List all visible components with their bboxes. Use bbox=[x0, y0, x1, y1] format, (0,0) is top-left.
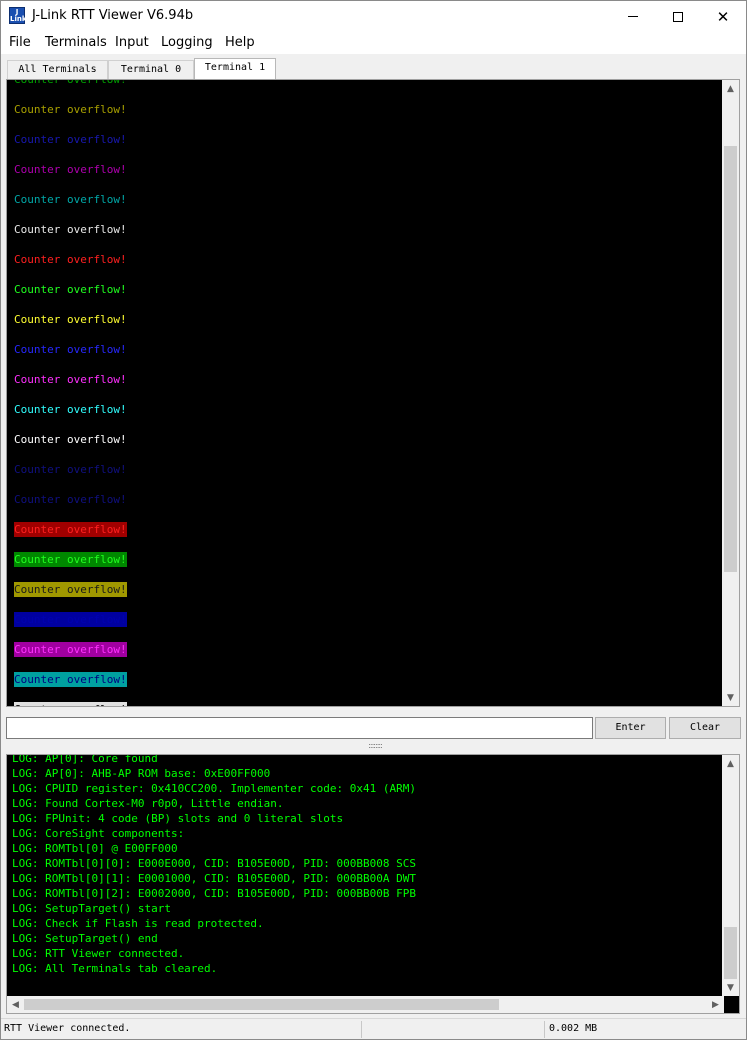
close-icon: ✕ bbox=[716, 7, 730, 26]
log-line: LOG: AP[0]: AHB-AP ROM base: 0xE00FF000 bbox=[12, 767, 271, 780]
terminal-line: Counter overflow! bbox=[14, 433, 127, 446]
terminal-line: Counter overflow! bbox=[14, 672, 127, 687]
log-line: LOG: CoreSight components: bbox=[12, 827, 185, 840]
terminal-input[interactable] bbox=[6, 717, 593, 739]
terminal-line: Counter overflow! bbox=[14, 253, 127, 266]
log-vertical-scrollbar[interactable]: ▲ ▼ bbox=[722, 755, 739, 996]
terminal-line: Counter overflow! bbox=[14, 522, 127, 537]
terminal-line: Counter overflow! bbox=[14, 612, 127, 627]
tab-terminal-0[interactable]: Terminal 0 bbox=[108, 60, 194, 79]
terminal-output[interactable]: Counter overflow! Counter overflow! Counte… bbox=[6, 79, 740, 707]
log-line: LOG: FPUnit: 4 code (BP) slots and 0 lit… bbox=[12, 812, 344, 825]
menu-bar: File Terminals Input Logging Help bbox=[1, 32, 746, 54]
log-output[interactable]: LOG: AP[0]: Core found LOG: AP[0]: AHB-AP… bbox=[6, 754, 740, 1014]
close-button[interactable]: ✕ bbox=[700, 1, 746, 32]
log-line: LOG: AP[0]: Core found bbox=[12, 754, 158, 765]
terminal-line: Counter overflow! bbox=[14, 223, 127, 236]
minimize-button[interactable] bbox=[610, 1, 656, 32]
terminal-line: Counter overflow! bbox=[14, 702, 127, 706]
terminal-tabs: All Terminals Terminal 0 Terminal 1 bbox=[1, 54, 746, 79]
terminal-line: Counter overflow! bbox=[14, 193, 127, 206]
menu-logging[interactable]: Logging bbox=[161, 35, 213, 50]
log-line: LOG: Check if Flash is read protected. bbox=[12, 917, 264, 930]
terminal-line: Counter overflow! bbox=[14, 493, 127, 506]
menu-help[interactable]: Help bbox=[225, 35, 255, 50]
status-separator bbox=[361, 1021, 362, 1038]
terminal-line: Counter overflow! bbox=[14, 79, 127, 86]
tab-all-terminals[interactable]: All Terminals bbox=[7, 60, 108, 79]
scroll-down-icon[interactable]: ▼ bbox=[722, 689, 739, 706]
log-line: LOG: SetupTarget() end bbox=[12, 932, 158, 945]
log-hscroll-thumb[interactable] bbox=[24, 999, 499, 1010]
terminal-line: Counter overflow! bbox=[14, 403, 127, 416]
log-line: LOG: Found Cortex-M0 r0p0, Little endian… bbox=[12, 797, 284, 810]
terminal-line: Counter overflow! bbox=[14, 463, 127, 476]
log-line: LOG: SetupTarget() start bbox=[12, 902, 171, 915]
app-window: J Link J-Link RTT Viewer V6.94b ✕ File T… bbox=[0, 0, 747, 1040]
terminal-line: Counter overflow! bbox=[14, 133, 127, 146]
log-horizontal-scrollbar[interactable]: ◀ ▶ bbox=[7, 996, 724, 1013]
maximize-icon bbox=[673, 11, 683, 22]
scroll-up-icon[interactable]: ▲ bbox=[722, 80, 739, 97]
terminal-line: Counter overflow! bbox=[14, 642, 127, 657]
window-title: J-Link RTT Viewer V6.94b bbox=[32, 8, 194, 23]
log-scroll-down-icon[interactable]: ▼ bbox=[722, 979, 739, 996]
terminal-line: Counter overflow! bbox=[14, 582, 127, 597]
log-line: LOG: CPUID register: 0x410CC200. Impleme… bbox=[12, 782, 416, 795]
maximize-button[interactable] bbox=[655, 1, 701, 32]
log-scroll-thumb[interactable] bbox=[724, 927, 737, 979]
log-line: LOG: All Terminals tab cleared. bbox=[12, 962, 218, 975]
terminal-line: Counter overflow! bbox=[14, 552, 127, 567]
menu-input[interactable]: Input bbox=[115, 35, 149, 50]
tab-terminal-1[interactable]: Terminal 1 bbox=[194, 58, 276, 79]
terminal-line: Counter overflow! bbox=[14, 313, 127, 326]
jlink-logo-icon: J Link bbox=[9, 7, 27, 24]
log-scroll-left-icon[interactable]: ◀ bbox=[7, 996, 24, 1013]
terminal-scrollbar[interactable]: ▲ ▼ bbox=[722, 80, 739, 706]
terminal-scroll-thumb[interactable] bbox=[724, 146, 737, 572]
status-message: RTT Viewer connected. bbox=[4, 1023, 131, 1034]
log-scroll-up-icon[interactable]: ▲ bbox=[722, 755, 739, 772]
terminal-line: Counter overflow! bbox=[14, 103, 127, 116]
log-line: LOG: ROMTbl[0][0]: E000E000, CID: B105E0… bbox=[12, 857, 416, 870]
log-line: LOG: ROMTbl[0][2]: E0002000, CID: B105E0… bbox=[12, 887, 416, 900]
minimize-icon bbox=[628, 16, 638, 17]
enter-button[interactable]: Enter bbox=[595, 717, 666, 739]
status-separator bbox=[544, 1021, 545, 1038]
title-bar[interactable]: J Link J-Link RTT Viewer V6.94b ✕ bbox=[1, 1, 746, 32]
log-line: LOG: RTT Viewer connected. bbox=[12, 947, 185, 960]
status-data-size: 0.002 MB bbox=[549, 1023, 598, 1034]
terminal-line: Counter overflow! bbox=[14, 373, 127, 386]
log-scroll-right-icon[interactable]: ▶ bbox=[707, 996, 724, 1013]
menu-file[interactable]: File bbox=[9, 35, 31, 50]
log-line: LOG: ROMTbl[0][1]: E0001000, CID: B105E0… bbox=[12, 872, 416, 885]
terminal-line: Counter overflow! bbox=[14, 163, 127, 176]
splitter-grip-icon[interactable]: :::::::: bbox=[358, 742, 392, 750]
terminal-line: Counter overflow! bbox=[14, 343, 127, 356]
menu-terminals[interactable]: Terminals bbox=[45, 35, 107, 50]
status-bar: RTT Viewer connected. 0.002 MB bbox=[1, 1018, 746, 1039]
log-line: LOG: ROMTbl[0] @ E00FF000 bbox=[12, 842, 178, 855]
terminal-line: Counter overflow! bbox=[14, 283, 127, 296]
clear-button[interactable]: Clear bbox=[669, 717, 741, 739]
